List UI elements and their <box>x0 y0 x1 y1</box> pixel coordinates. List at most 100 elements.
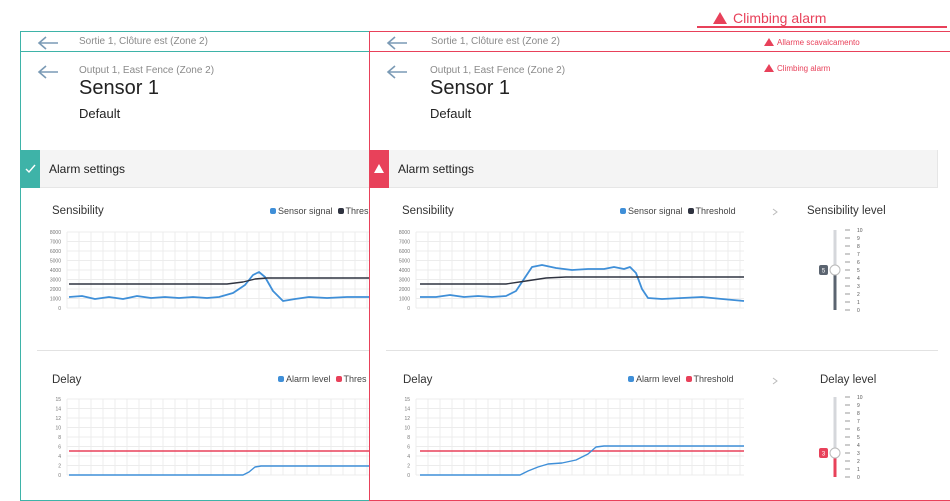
axis-tick-label: 14 <box>404 407 410 413</box>
check-icon <box>25 164 36 174</box>
chevron-right-icon[interactable] <box>772 208 778 216</box>
slider-graphic[interactable]: 1098765432105 <box>805 227 875 317</box>
axis-tick-label: 14 <box>55 407 61 413</box>
axis-tick-label: 6 <box>58 445 61 451</box>
axis-tick-label: 8000 <box>399 230 410 236</box>
legend-swatch <box>628 376 634 382</box>
axis-tick-label: 1000 <box>50 297 61 303</box>
axis-tick-label: 2 <box>407 464 410 470</box>
slider-tick-label: 9 <box>857 236 860 242</box>
axis-tick-label: 6000 <box>399 249 410 255</box>
section-label: Alarm settings <box>49 162 126 176</box>
delay-title: Delay <box>403 374 433 386</box>
alarm-level-line <box>69 465 370 476</box>
axis-tick-label: 7000 <box>399 240 410 246</box>
slider-tick-label: 5 <box>857 435 860 441</box>
threshold-line <box>420 276 744 285</box>
left-top-bar: Sortie 1, Clôture est (Zone 2) <box>21 32 370 52</box>
section-status <box>370 150 389 188</box>
legend-swatch <box>337 208 344 214</box>
back-arrow-icon[interactable] <box>37 65 59 79</box>
slider-tick-label: 0 <box>857 475 860 481</box>
axis-tick-label: 4 <box>407 454 410 460</box>
delay-legend: Alarm level Thres <box>273 374 367 384</box>
slider-tick-label: 7 <box>857 419 860 425</box>
slider-tick-label: 3 <box>857 451 860 457</box>
back-arrow-icon[interactable] <box>386 36 408 50</box>
legend-item[interactable]: Threshold <box>694 374 734 384</box>
slider-tick-label: 8 <box>857 244 860 250</box>
axis-tick-label: 5000 <box>50 259 61 265</box>
slider-tick-label: 10 <box>857 395 863 401</box>
breadcrumb[interactable]: Output 1, East Fence (Zone 2) <box>430 65 565 76</box>
slider-graphic[interactable]: 1098765432103 <box>805 394 875 484</box>
chevron-right-icon[interactable] <box>772 377 778 385</box>
slider-tick-label: 3 <box>857 284 860 290</box>
delay-level-slider[interactable]: 10 9 8 7 6 5 4 3 2 1 0 3 <box>805 394 875 484</box>
alarm-banner-label: Climbing alarm <box>733 10 827 26</box>
alarm-settings-header[interactable]: Alarm settings <box>21 150 370 188</box>
sensibility-level-title: Sensibility level <box>807 205 886 217</box>
section-label: Alarm settings <box>398 162 475 176</box>
slider-handle <box>829 447 841 459</box>
section-status <box>21 150 40 188</box>
axis-tick-label: 4000 <box>399 268 410 274</box>
legend-item[interactable]: Thres <box>344 374 367 384</box>
axis-tick-label: 0 <box>58 473 61 479</box>
legend-item[interactable]: Alarm level <box>636 374 681 384</box>
sensibility-legend: Sensor signal Threshold <box>615 206 736 216</box>
axis-tick-label: 6000 <box>50 249 61 255</box>
sensibility-title: Sensibility <box>52 205 104 217</box>
slider-tick-label: 6 <box>857 427 860 433</box>
delay-chart: 15 14 12 10 8 6 4 2 0 <box>404 397 744 479</box>
legend-item[interactable]: Thres <box>346 206 369 216</box>
sensibility-chart: 8000 7000 6000 5000 4000 3000 2000 1000 0 <box>399 230 745 312</box>
axis-tick-label: 0 <box>407 473 410 479</box>
threshold-line <box>69 277 370 285</box>
slider-tick-label: 5 <box>857 268 860 274</box>
axis-tick-label: 2000 <box>50 287 61 293</box>
axis-tick-label: 2000 <box>399 287 410 293</box>
slider-tick-label: 2 <box>857 459 860 465</box>
slider-handle <box>829 264 841 276</box>
axis-tick-label: 12 <box>404 416 410 422</box>
breadcrumb[interactable]: Output 1, East Fence (Zone 2) <box>79 65 214 76</box>
top-breadcrumb[interactable]: Sortie 1, Clôture est (Zone 2) <box>79 32 208 52</box>
screen: Climbing alarm Sortie 1, Clôture est (Zo… <box>0 0 950 501</box>
axis-tick-label: 1000 <box>399 297 410 303</box>
legend-item[interactable]: Sensor signal <box>628 206 683 216</box>
delay-level-title: Delay level <box>820 374 877 386</box>
slider-tick-label: 4 <box>857 443 860 449</box>
axis-tick-label: 6 <box>407 445 410 451</box>
axis-tick-label: 4000 <box>50 268 61 274</box>
axis-tick-label: 10 <box>55 426 61 432</box>
axis-tick-label: 12 <box>55 416 61 422</box>
delay-chart: 15 14 12 10 8 6 4 2 0 <box>55 397 370 479</box>
legend-item[interactable]: Threshold <box>696 206 736 216</box>
legend-item[interactable]: Sensor signal <box>278 206 333 216</box>
slider-tick-label: 8 <box>857 411 860 417</box>
warning-icon <box>764 38 774 46</box>
page-subtitle: Default <box>79 106 121 121</box>
axis-tick-label: 15 <box>404 397 410 403</box>
divider <box>386 350 938 351</box>
slider-tick-label: 1 <box>857 467 860 473</box>
sensibility-level-slider[interactable]: 10 9 8 7 6 5 4 3 2 1 0 5 <box>805 227 875 317</box>
alarm-settings-header[interactable]: Alarm settings <box>370 150 938 188</box>
axis-tick-label: 3000 <box>50 278 61 284</box>
back-arrow-icon[interactable] <box>386 65 408 79</box>
legend-item[interactable]: Alarm level <box>286 374 331 384</box>
left-panel: Sortie 1, Clôture est (Zone 2) Output 1,… <box>20 31 370 501</box>
axis-tick-label: 7000 <box>50 240 61 246</box>
sensibility-chart: 8000 7000 6000 5000 4000 3000 2000 1000 0 <box>50 230 370 312</box>
legend-swatch <box>620 208 626 214</box>
axis-tick-label: 3000 <box>399 278 410 284</box>
alarm-banner: Climbing alarm <box>697 8 947 28</box>
alarm-label: Climbing alarm <box>777 64 831 73</box>
back-arrow-icon[interactable] <box>37 36 59 50</box>
page-subtitle: Default <box>430 106 472 121</box>
alarm-status: Climbing alarm <box>764 64 830 73</box>
right-top-bar: Sortie 1, Clôture est (Zone 2) Allarme s… <box>370 32 950 52</box>
top-breadcrumb[interactable]: Sortie 1, Clôture est (Zone 2) <box>431 32 560 52</box>
warning-icon <box>374 164 384 173</box>
